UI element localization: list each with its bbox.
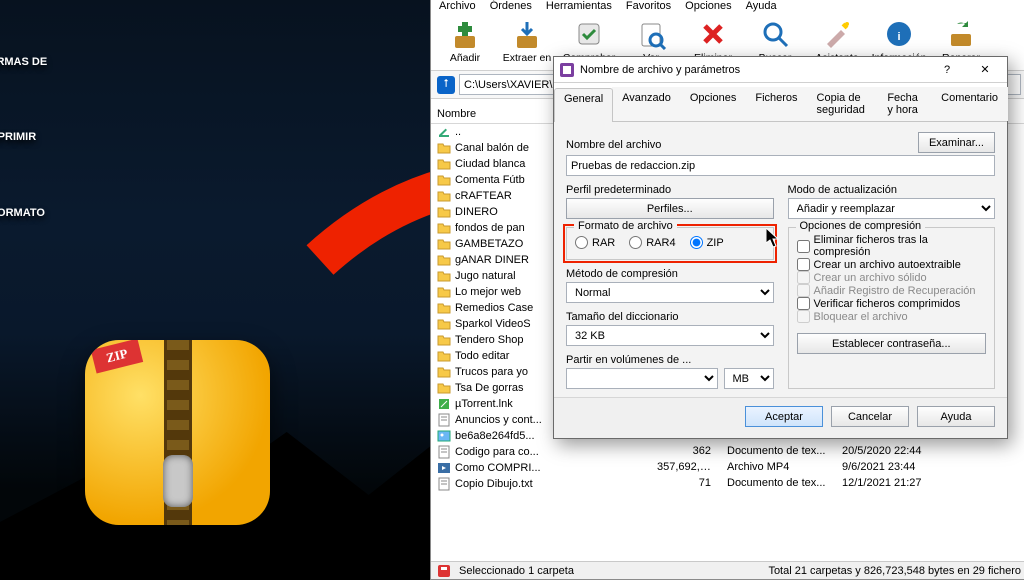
dialog-titlebar: Nombre de archivo y parámetros ? ✕	[554, 57, 1007, 83]
png-icon	[437, 429, 451, 443]
archive-format-group: Formato de archivo RARRAR4ZIP	[566, 227, 774, 260]
split-volumes-label: Partir en volúmenes de ...	[566, 354, 774, 366]
folder-icon	[437, 189, 451, 203]
compression-options-caption: Opciones de compresión	[796, 220, 926, 232]
dialog-tabs: GeneralAvanzadoOpcionesFicherosCopia de …	[554, 83, 1007, 122]
help-button[interactable]: ?	[931, 59, 963, 81]
lnk-icon	[437, 397, 451, 411]
status-right: Total 21 carpetas y 826,723,548 bytes en…	[768, 565, 1021, 577]
option-checkbox: Bloquear el archivo	[797, 310, 987, 323]
disk-icon	[437, 564, 451, 578]
help-dialog-button[interactable]: Ayuda	[917, 406, 995, 427]
format-radio-zip[interactable]: ZIP	[690, 236, 724, 249]
folder-icon	[437, 269, 451, 283]
menu-bar: Archivo Órdenes Herramientas Favoritos Opcio…	[431, 0, 1024, 14]
split-size-select[interactable]	[566, 368, 718, 389]
browse-button[interactable]: Examinar...	[918, 132, 995, 153]
option-checkbox: Crear un archivo sólido	[797, 271, 987, 284]
tab-fecha-y-hora[interactable]: Fecha y hora	[877, 87, 932, 121]
dialog-button-row: Aceptar Cancelar Ayuda	[554, 397, 1007, 438]
svg-text:i: i	[897, 31, 900, 43]
option-checkbox[interactable]: Verificar ficheros comprimidos	[797, 297, 987, 310]
format-radio-rar4[interactable]: RAR4	[629, 236, 675, 249]
folder-icon	[437, 381, 451, 395]
dictionary-size-select[interactable]: 32 KB	[566, 325, 774, 346]
filename-label: Nombre del archivo	[566, 139, 910, 151]
split-unit-select[interactable]: MB	[724, 368, 774, 389]
folder-icon	[437, 317, 451, 331]
up-button[interactable]: ⭡	[437, 76, 455, 94]
tab-opciones[interactable]: Opciones	[680, 87, 746, 121]
menu-órdenes[interactable]: Órdenes	[490, 0, 532, 12]
update-mode-label: Modo de actualización	[788, 184, 996, 196]
txt-icon	[437, 445, 451, 459]
menu-favoritos[interactable]: Favoritos	[626, 0, 671, 12]
filename-input[interactable]	[566, 155, 995, 176]
up-icon	[437, 125, 451, 139]
option-checkbox[interactable]: Crear un archivo autoextraible	[797, 258, 987, 271]
folder-icon	[437, 237, 451, 251]
profiles-button[interactable]: Perfiles...	[566, 198, 774, 219]
menu-herramientas[interactable]: Herramientas	[546, 0, 612, 12]
menu-ayuda[interactable]: Ayuda	[746, 0, 777, 12]
mp4-icon	[437, 461, 451, 475]
menu-opciones[interactable]: Opciones	[685, 0, 731, 12]
tab-ficheros[interactable]: Ficheros	[745, 87, 807, 121]
folder-icon	[437, 173, 451, 187]
dialog-title: Nombre de archivo y parámetros	[580, 64, 925, 76]
set-password-button[interactable]: Establecer contraseña...	[797, 333, 987, 354]
folder-icon	[437, 253, 451, 267]
extract-button[interactable]: Extraer en	[499, 18, 555, 64]
txt-icon	[437, 477, 451, 491]
zip-icon: ZIP	[85, 340, 270, 525]
option-checkbox[interactable]: Eliminar ficheros tras la compresión	[797, 234, 987, 258]
list-row[interactable]: Como COMPRI... 357,692,151Archivo MP49/6…	[431, 460, 1024, 476]
compression-method-label: Método de compresión	[566, 268, 774, 280]
close-button[interactable]: ✕	[969, 59, 1001, 81]
thumbnail-title: 3 FORMAS DE COMPRIMIR EN FORMATO	[0, 0, 402, 226]
option-checkbox: Añadir Registro de Recuperación	[797, 284, 987, 297]
dictionary-size-label: Tamaño del diccionario	[566, 311, 774, 323]
list-row[interactable]: Codigo para co... 362Documento de tex...…	[431, 444, 1024, 460]
app-icon	[560, 63, 574, 77]
cursor-icon	[766, 228, 782, 248]
compression-method-select[interactable]: Normal	[566, 282, 774, 303]
folder-icon	[437, 333, 451, 347]
txt-icon	[437, 413, 451, 427]
folder-icon	[437, 349, 451, 363]
folder-icon	[437, 285, 451, 299]
folder-icon	[437, 157, 451, 171]
tab-copia-de-seguridad[interactable]: Copia de seguridad	[807, 87, 879, 121]
folder-icon	[437, 301, 451, 315]
list-row[interactable]: Copio Dibujo.txt 71Documento de tex...12…	[431, 476, 1024, 492]
update-mode-select[interactable]: Añadir y reemplazar	[788, 198, 996, 219]
profile-label: Perfil predeterminado	[566, 184, 774, 196]
tab-avanzado[interactable]: Avanzado	[612, 87, 681, 121]
status-left: Seleccionado 1 carpeta	[459, 565, 574, 577]
tab-comentario[interactable]: Comentario	[931, 87, 1008, 121]
status-bar: Seleccionado 1 carpeta Total 21 carpetas…	[431, 561, 1024, 579]
archive-format-caption: Formato de archivo	[574, 220, 677, 232]
folder-icon	[437, 221, 451, 235]
folder-icon	[437, 141, 451, 155]
cancel-button[interactable]: Cancelar	[831, 406, 909, 427]
folder-icon	[437, 205, 451, 219]
menu-archivo[interactable]: Archivo	[439, 0, 476, 12]
folder-icon	[437, 365, 451, 379]
format-radio-rar[interactable]: RAR	[575, 236, 615, 249]
compression-options-group: Opciones de compresión Eliminar ficheros…	[788, 227, 996, 389]
tab-general[interactable]: General	[554, 88, 613, 122]
ok-button[interactable]: Aceptar	[745, 406, 823, 427]
add-button[interactable]: Añadir	[437, 18, 493, 64]
